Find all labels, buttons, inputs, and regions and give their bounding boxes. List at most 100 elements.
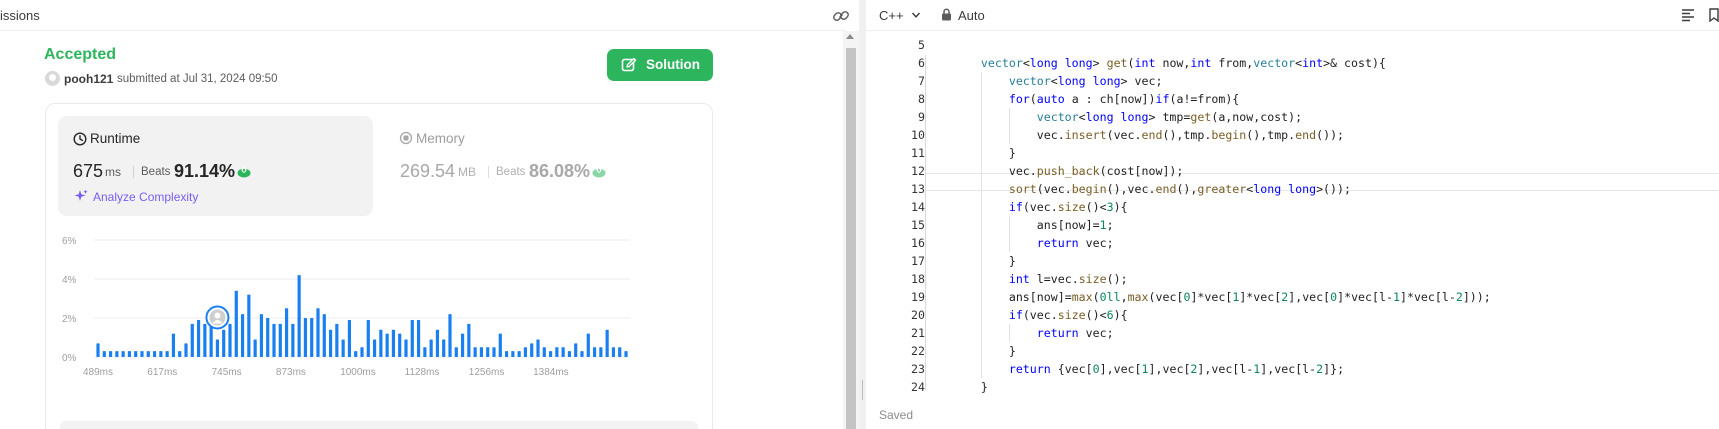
- share-link-icon[interactable]: [832, 7, 850, 25]
- chart-bar[interactable]: [354, 351, 358, 357]
- chart-bar[interactable]: [247, 294, 251, 357]
- chart-bar[interactable]: [454, 347, 458, 357]
- chart-bar[interactable]: [536, 339, 540, 357]
- format-code-icon[interactable]: [1681, 8, 1695, 22]
- chart-bar[interactable]: [605, 329, 609, 357]
- chart-bar[interactable]: [134, 351, 138, 357]
- chart-bar[interactable]: [335, 323, 339, 357]
- chart-bar[interactable]: [460, 333, 465, 357]
- chart-bar[interactable]: [96, 343, 100, 357]
- chart-bar[interactable]: [215, 339, 220, 357]
- code-line[interactable]: vec.insert(vec.end(),tmp.begin(),tmp.end…: [953, 128, 1344, 142]
- code-line[interactable]: for(auto a : ch[now])if(a!=from){: [953, 92, 1239, 106]
- scrollbar-thumb[interactable]: [846, 48, 856, 429]
- chart-bar[interactable]: [115, 351, 119, 357]
- code-line[interactable]: return vec;: [953, 236, 1114, 250]
- chart-bar[interactable]: [586, 333, 590, 357]
- code-line[interactable]: }: [953, 380, 988, 394]
- chart-bar[interactable]: [611, 347, 616, 357]
- resize-grip[interactable]: [862, 380, 863, 400]
- chart-bar[interactable]: [341, 339, 345, 357]
- chart-bar[interactable]: [266, 318, 270, 357]
- chart-bar[interactable]: [165, 351, 169, 357]
- code-line[interactable]: if(vec.size()<3){: [953, 200, 1128, 214]
- memory-label[interactable]: Memory: [416, 131, 465, 146]
- chart-bar[interactable]: [530, 343, 534, 357]
- bookmark-icon[interactable]: [1709, 8, 1719, 22]
- chart-bar[interactable]: [580, 351, 584, 357]
- auto-mode-label[interactable]: Auto: [958, 8, 985, 23]
- chart-bar[interactable]: [171, 333, 176, 357]
- chart-bar[interactable]: [548, 351, 553, 357]
- chart-bar[interactable]: [523, 347, 528, 357]
- chart-bar[interactable]: [391, 329, 396, 357]
- chart-bar[interactable]: [203, 323, 207, 357]
- chart-bar[interactable]: [291, 323, 295, 357]
- chart-bar[interactable]: [284, 308, 289, 357]
- code-line[interactable]: ans[now]=max(0ll,max(vec[0]*vec[1]*vec[2…: [953, 290, 1491, 304]
- chart-bar[interactable]: [429, 339, 433, 357]
- chart-bar[interactable]: [272, 323, 276, 357]
- chart-bar[interactable]: [448, 314, 452, 357]
- chart-bar[interactable]: [592, 347, 597, 357]
- chart-bar[interactable]: [574, 343, 578, 357]
- chart-bar[interactable]: [316, 308, 320, 357]
- chart-bar[interactable]: [347, 319, 352, 357]
- chart-bar[interactable]: [253, 339, 257, 357]
- chart-bar[interactable]: [228, 323, 232, 357]
- chart-bar[interactable]: [561, 347, 565, 357]
- chart-bar[interactable]: [140, 351, 144, 357]
- chart-bar[interactable]: [555, 347, 559, 357]
- analyze-complexity-link[interactable]: Analyze Complexity: [93, 190, 198, 204]
- language-selector[interactable]: C++: [879, 8, 904, 23]
- chart-bar[interactable]: [360, 347, 364, 357]
- chart-bar[interactable]: [467, 323, 471, 357]
- code-line[interactable]: }: [953, 344, 1016, 358]
- code-line[interactable]: vector<long long> vec;: [953, 74, 1163, 88]
- code-line[interactable]: sort(vec.begin(),vec.end(),greater<long …: [953, 182, 1351, 196]
- chart-bar[interactable]: [517, 351, 521, 357]
- panel-resize-divider[interactable]: [859, 0, 866, 429]
- chart-bar[interactable]: [328, 329, 333, 357]
- user-avatar[interactable]: [45, 71, 60, 86]
- chart-bar[interactable]: [121, 351, 125, 357]
- code-line[interactable]: vector<long long> tmp=get(a,now,cost);: [953, 110, 1302, 124]
- chart-bar[interactable]: [435, 329, 440, 357]
- chart-bar[interactable]: [498, 333, 502, 357]
- chart-bar[interactable]: [416, 319, 421, 357]
- chart-bar[interactable]: [599, 347, 603, 357]
- chart-bar[interactable]: [372, 339, 377, 357]
- chart-bar[interactable]: [297, 275, 301, 357]
- chart-bar[interactable]: [259, 314, 264, 357]
- chevron-down-icon[interactable]: [911, 10, 921, 20]
- chart-bar[interactable]: [222, 329, 226, 357]
- chart-bar[interactable]: [159, 351, 163, 357]
- solution-button[interactable]: Solution: [607, 49, 713, 81]
- chart-bar[interactable]: [152, 351, 157, 357]
- code-line[interactable]: }: [953, 146, 1016, 160]
- chart-bar[interactable]: [196, 319, 201, 357]
- chart-bar[interactable]: [618, 347, 622, 357]
- chart-bar[interactable]: [542, 347, 546, 357]
- code-line[interactable]: }: [953, 254, 1016, 268]
- chart-bar[interactable]: [486, 347, 490, 357]
- chart-bar[interactable]: [310, 318, 314, 357]
- chart-bar[interactable]: [379, 329, 383, 357]
- chart-bar[interactable]: [146, 351, 150, 357]
- code-line[interactable]: if(vec.size()<6){: [953, 308, 1128, 322]
- chart-bar[interactable]: [184, 343, 188, 357]
- chart-bar[interactable]: [479, 347, 484, 357]
- chart-bar[interactable]: [303, 318, 308, 357]
- chart-bar[interactable]: [473, 347, 477, 357]
- chart-bar[interactable]: [423, 347, 427, 357]
- code-line[interactable]: return vec;: [953, 326, 1114, 340]
- code-line[interactable]: vector<long long> get(int now,int from,v…: [953, 56, 1386, 70]
- chart-bar[interactable]: [504, 351, 509, 357]
- chart-bar[interactable]: [398, 333, 402, 357]
- chart-bar[interactable]: [624, 351, 628, 357]
- code-line[interactable]: vec.push_back(cost[now]);: [953, 164, 1184, 178]
- chart-bar[interactable]: [410, 319, 414, 357]
- chart-bar[interactable]: [240, 314, 245, 357]
- chart-bar[interactable]: [567, 351, 572, 357]
- chart-bar[interactable]: [511, 351, 515, 357]
